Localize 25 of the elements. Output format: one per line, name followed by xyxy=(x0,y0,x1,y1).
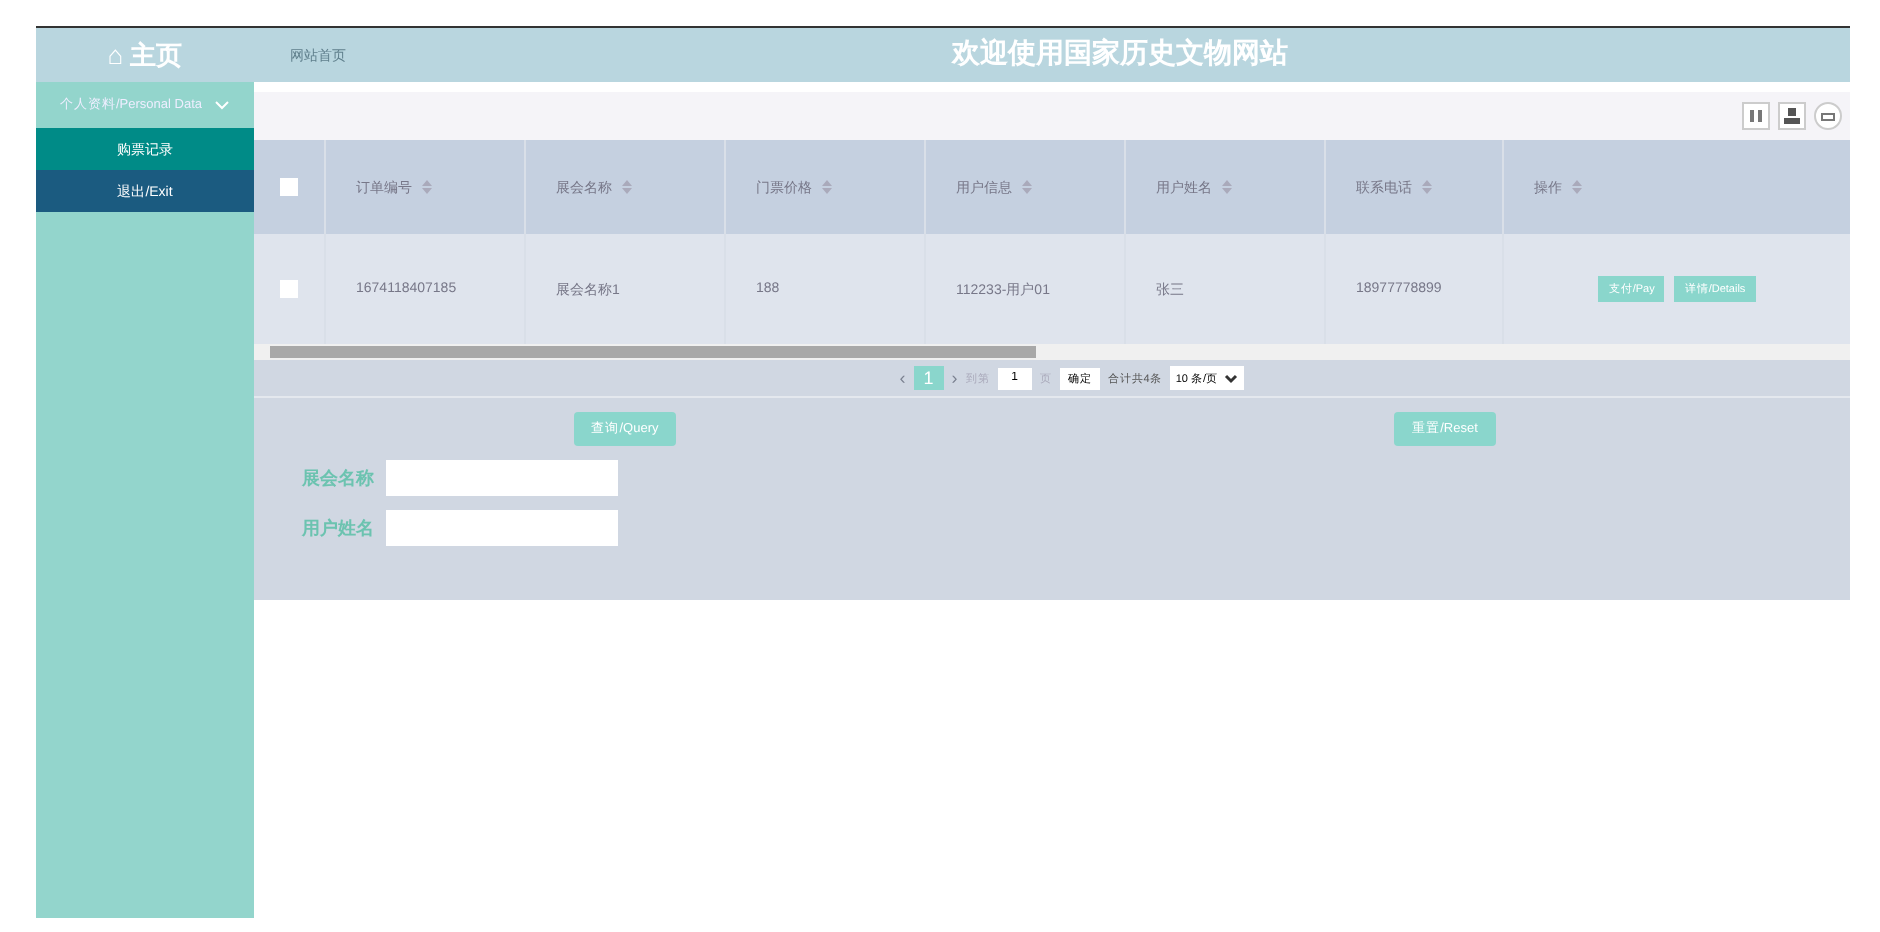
chevron-icon xyxy=(214,100,230,110)
input-field[interactable] xyxy=(386,510,618,546)
select-all-checkbox[interactable] xyxy=(280,178,298,196)
input-field[interactable] xyxy=(386,460,618,496)
page-button[interactable]: 1 xyxy=(913,366,944,390)
sort-icon[interactable] xyxy=(822,180,832,194)
caret-icon xyxy=(1224,373,1238,383)
field-label: 用户姓名 xyxy=(302,515,374,541)
sort-icon[interactable] xyxy=(1572,180,1582,194)
print-icon[interactable] xyxy=(1814,102,1842,130)
sort-icon[interactable] xyxy=(622,180,632,194)
sort-icon[interactable] xyxy=(1422,180,1432,194)
sort-icon[interactable] xyxy=(422,180,432,194)
row-checkbox[interactable] xyxy=(280,280,298,298)
horizontal-scrollbar[interactable] xyxy=(254,344,1850,360)
prev-page-button[interactable]: ‹ xyxy=(899,368,906,388)
site-title: 欢迎使用国家历史文物网站 xyxy=(952,36,1288,72)
sort-icon[interactable] xyxy=(1022,180,1032,194)
sort-icon[interactable] xyxy=(1222,180,1232,194)
next-page-button[interactable]: › xyxy=(951,368,958,388)
scrollbar-thumb[interactable] xyxy=(270,346,1036,358)
export-icon[interactable] xyxy=(1778,102,1806,130)
field-label: 展会名称 xyxy=(302,465,374,491)
home-link[interactable]: ⌂ 主页 xyxy=(36,37,254,73)
columns-icon[interactable] xyxy=(1742,102,1770,130)
